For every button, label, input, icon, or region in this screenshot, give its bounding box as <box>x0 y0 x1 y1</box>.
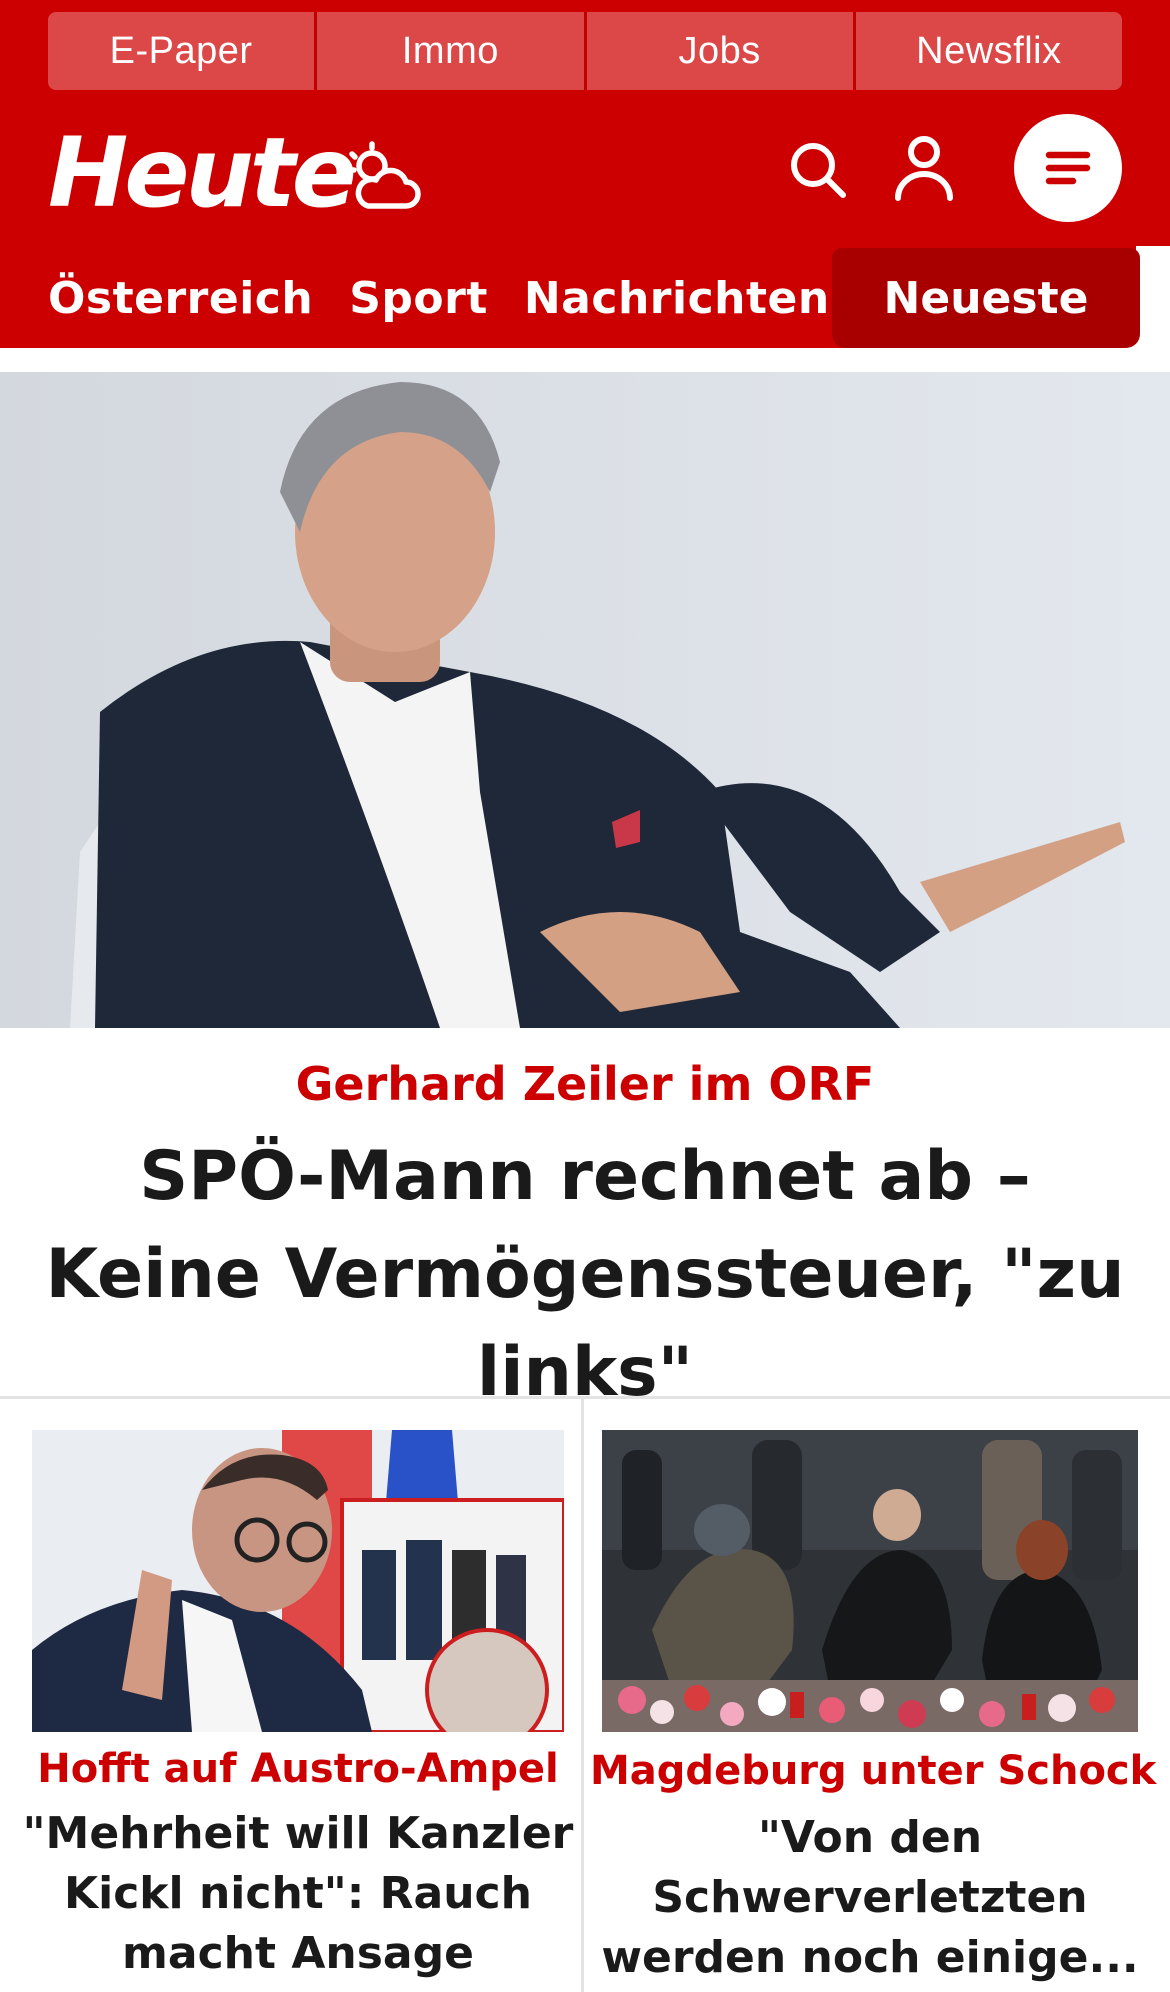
hero-article-image[interactable] <box>0 372 1170 1028</box>
site-header: E-Paper Immo Jobs Newsflix Heute Österre… <box>0 0 1170 348</box>
section-divider <box>0 1396 1170 1399</box>
menu-icon <box>1045 151 1091 185</box>
nav-item-nachrichten[interactable]: Nachrichten <box>524 273 830 324</box>
top-link-newsflix[interactable]: Newsflix <box>852 12 1122 90</box>
nav-item-oesterreich[interactable]: Österreich <box>48 273 313 324</box>
nav-item-neueste[interactable]: Neueste <box>832 248 1140 348</box>
menu-button[interactable] <box>1014 114 1122 222</box>
top-link-jobs[interactable]: Jobs <box>583 12 853 90</box>
article-card-title-left[interactable]: "Mehrheit will Kanzler Kickl nicht": Rau… <box>20 1804 576 1984</box>
nav-item-sport[interactable]: Sport <box>349 273 488 324</box>
article-card-image-right[interactable] <box>602 1430 1138 1732</box>
search-icon[interactable] <box>786 138 850 202</box>
article-card-kicker-left[interactable]: Hofft auf Austro-Ampel <box>20 1740 576 1798</box>
user-icon[interactable] <box>892 134 956 202</box>
top-link-immo[interactable]: Immo <box>314 12 584 90</box>
hero-kicker[interactable]: Gerhard Zeiler im ORF <box>0 1052 1170 1116</box>
hero-headline[interactable]: SPÖ-Mann rechnet ab – Keine Vermögensste… <box>40 1128 1130 1422</box>
article-card-title-right[interactable]: "Von den Schwerverletzten werden noch ei… <box>600 1808 1140 1992</box>
top-link-epaper[interactable]: E-Paper <box>48 12 315 90</box>
main-nav: Österreich Sport Nachrichten <box>48 262 866 334</box>
weather-icon[interactable] <box>344 140 424 220</box>
top-links-bar: E-Paper Immo Jobs Newsflix <box>48 12 1122 90</box>
site-logo[interactable]: Heute <box>48 118 357 228</box>
article-card-kicker-right[interactable]: Magdeburg unter Schock <box>590 1742 1156 1800</box>
column-divider <box>581 1399 584 1992</box>
article-card-image-left[interactable] <box>32 1430 564 1732</box>
